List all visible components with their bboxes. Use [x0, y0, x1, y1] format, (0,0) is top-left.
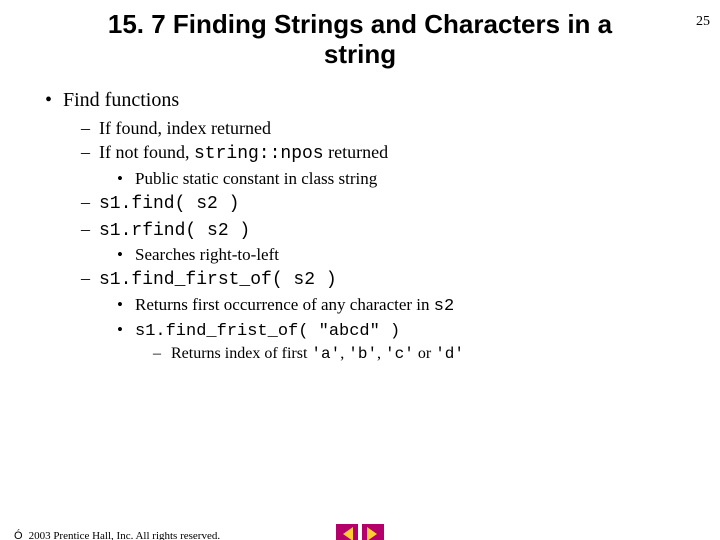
subbullet-if-found: –If found, index returned	[81, 117, 690, 140]
code-d: 'd'	[435, 345, 464, 363]
bullet-dot-icon: •	[117, 319, 135, 340]
bullet-text: Find functions	[63, 89, 179, 111]
code-b: 'b'	[348, 345, 377, 363]
subbullet-find: –s1.find( s2 )	[81, 191, 690, 216]
title-line-1: 15. 7 Finding Strings and Characters in …	[108, 9, 612, 39]
bullet-dot-icon: •	[45, 88, 63, 113]
arrow-left-icon	[343, 527, 353, 540]
dash-icon: –	[81, 267, 99, 290]
page-number: 25	[696, 14, 710, 30]
bullet-find-functions: •Find functions	[45, 88, 690, 113]
dash-icon: –	[81, 117, 99, 140]
dash-icon: –	[81, 141, 99, 164]
subsub-returns-first-occ: •Returns first occurrence of any charact…	[117, 294, 690, 317]
dash-icon: –	[81, 218, 99, 241]
dash-icon: –	[81, 191, 99, 214]
bullet-dot-icon: •	[117, 244, 135, 265]
slide-title: 15. 7 Finding Strings and Characters in …	[90, 10, 630, 70]
nav-arrows	[336, 524, 384, 540]
code-a: 'a'	[311, 345, 340, 363]
copyright-icon: Ó	[14, 530, 23, 540]
subbullet-if-not-found: –If not found, string::npos returned	[81, 141, 690, 166]
dash-icon: –	[153, 344, 171, 364]
code-npos: string::npos	[194, 144, 324, 164]
text-pre: Returns index of first	[171, 345, 311, 362]
sep2: ,	[377, 345, 385, 362]
title-line-2: string	[324, 39, 396, 69]
text-pre: Returns first occurrence of any characte…	[135, 295, 434, 314]
bullet-dot-icon: •	[117, 168, 135, 189]
subsubsub-returns-index: –Returns index of first 'a', 'b', 'c' or…	[153, 344, 690, 364]
prev-slide-button[interactable]	[336, 524, 358, 540]
code-find-first-of: s1.find_first_of( s2 )	[99, 270, 337, 290]
text-post: returned	[324, 142, 388, 162]
slide-body: •Find functions –If found, index returne…	[45, 88, 690, 365]
text-pre: If not found,	[99, 142, 194, 162]
bullet-dot-icon: •	[117, 294, 135, 315]
next-slide-button[interactable]	[362, 524, 384, 540]
subbullet-rfind: –s1.rfind( s2 )	[81, 218, 690, 243]
subsub-public-static: •Public static constant in class string	[117, 168, 690, 189]
subbullet-find-first-of: –s1.find_first_of( s2 )	[81, 267, 690, 292]
code-c: 'c'	[385, 345, 414, 363]
arrow-right-icon	[367, 527, 377, 540]
footer: Ó 2003 Prentice Hall, Inc. All rights re…	[14, 530, 220, 540]
subsub-find-first-of-abcd: •s1.find_frist_of( "abcd" )	[117, 319, 690, 342]
subsub-text: Public static constant in class string	[135, 169, 377, 188]
code-rfind: s1.rfind( s2 )	[99, 221, 250, 241]
code-find-first-of-abcd: s1.find_frist_of( "abcd" )	[135, 322, 400, 341]
sep3: or	[414, 345, 435, 362]
subsub-text: Searches right-to-left	[135, 245, 279, 264]
subsub-searches-rtl: •Searches right-to-left	[117, 244, 690, 265]
footer-text: 2003 Prentice Hall, Inc. All rights rese…	[29, 530, 221, 540]
subbullet-text: If found, index returned	[99, 118, 271, 138]
code-s2: s2	[434, 297, 454, 316]
code-find: s1.find( s2 )	[99, 194, 239, 214]
